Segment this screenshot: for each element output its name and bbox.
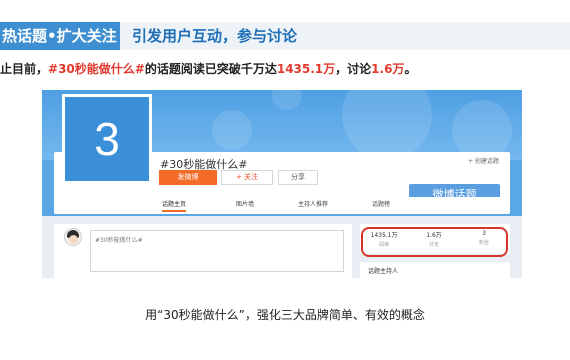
stat-discussions: 1.6万 [371, 62, 405, 76]
create-topic-link[interactable]: + 创建话题 [468, 156, 499, 165]
follow-button[interactable]: + 关注 [221, 170, 273, 185]
stat-middle: 的话题阅读已突破千万达 [144, 62, 277, 76]
section-title: 引发用户互动，参与讨论 [120, 22, 570, 50]
caption: 用“30秒能做什么”，强化三大品牌简单、有效的概念 [145, 308, 425, 322]
stat-prefix: 止目前， [0, 62, 49, 76]
tab-photo-wall[interactable]: 图片墙 [236, 199, 254, 208]
post-input[interactable]: #30秒能做什么# [90, 230, 344, 272]
share-button[interactable]: 分享 [278, 170, 318, 185]
stat-end: 。 [404, 62, 417, 76]
topic-avatar: 3 [62, 94, 152, 184]
stat-sep: ，讨论 [335, 62, 372, 76]
host-title: 话题主持人 [368, 268, 399, 275]
tab-topic-ranking[interactable]: 话题榜 [372, 199, 390, 208]
topic-tabs: 话题主页 图片墙 主持人推荐 话题榜 [54, 197, 510, 213]
stats-highlight-ring [361, 227, 508, 257]
stat-topic: #30秒能做什么# [48, 62, 145, 76]
user-avatar [64, 228, 82, 246]
host-box: 话题主持人 [360, 262, 510, 278]
post-weibo-button[interactable]: 发微博 [159, 170, 217, 185]
stat-reads: 1435.1万 [276, 62, 336, 76]
tab-topic-home[interactable]: 话题主页 [162, 199, 187, 212]
tab-host-picks[interactable]: 主持人推荐 [298, 199, 328, 208]
stat-summary: 止目前，#30秒能做什么#的话题阅读已突破千万达1435.1万，讨论1.6万。 [0, 60, 416, 77]
section-tag: 热话题•扩大关注 [0, 22, 120, 50]
